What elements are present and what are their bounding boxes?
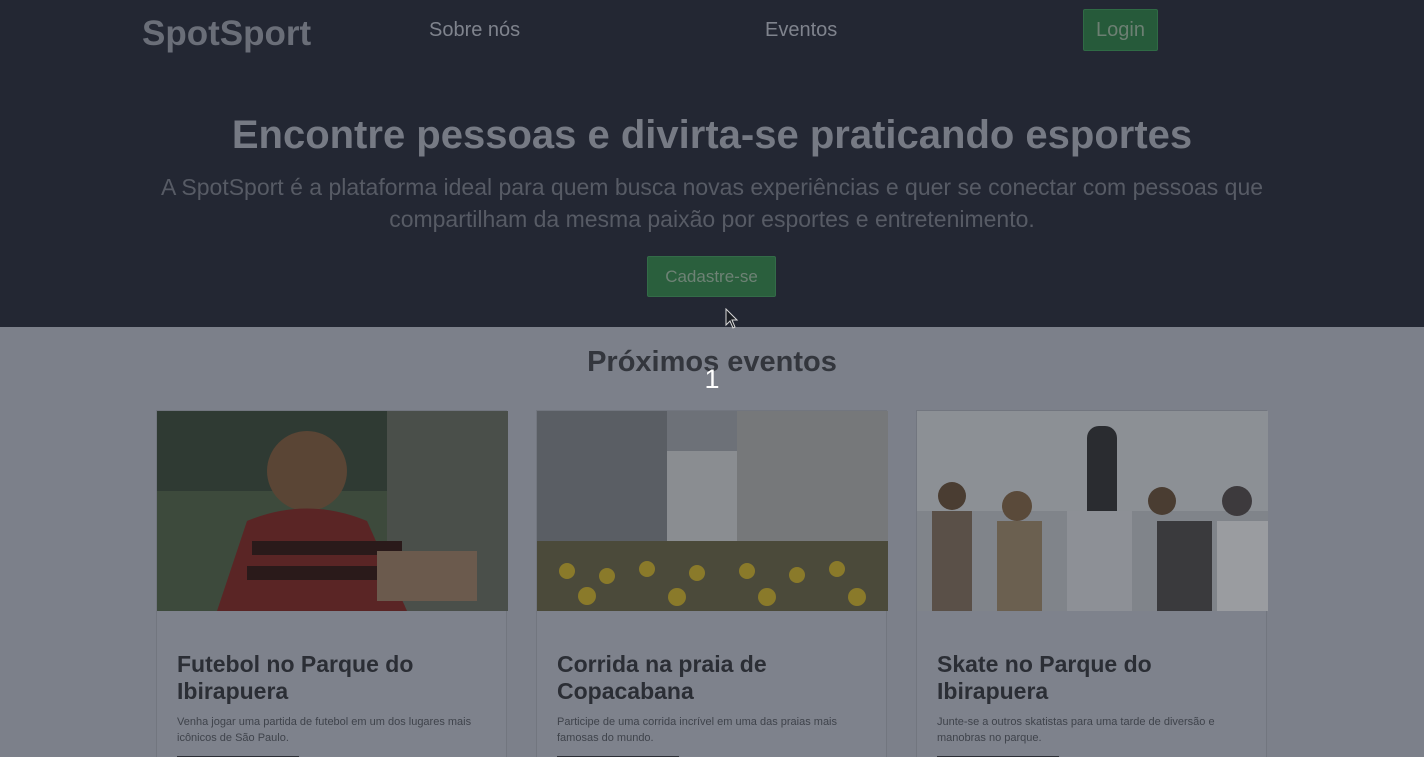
login-button[interactable]: Login bbox=[1083, 9, 1158, 51]
event-card-title: Corrida na praia de Copacabana bbox=[557, 651, 767, 704]
brand-logo[interactable]: SpotSport bbox=[142, 14, 311, 54]
step-number-overlay: 1 bbox=[704, 364, 720, 394]
event-image-running bbox=[537, 411, 888, 611]
event-card[interactable]: Corrida na praia de Copacabana Participe… bbox=[536, 410, 888, 757]
event-card-description: Venha jogar uma partida de futebol em um… bbox=[177, 716, 472, 744]
nav-link-about[interactable]: Sobre nós bbox=[429, 19, 520, 42]
event-card-description: Participe de uma corrida incrível em uma… bbox=[557, 716, 838, 744]
event-image-football bbox=[157, 411, 508, 611]
signup-button[interactable]: Cadastre-se bbox=[647, 256, 776, 297]
mouse-cursor-icon bbox=[725, 308, 739, 329]
event-card-title: Futebol no Parque do Ibirapuera bbox=[177, 651, 414, 704]
event-card[interactable]: Futebol no Parque do Ibirapuera Venha jo… bbox=[156, 410, 508, 757]
event-card-description: Junte-se a outros skatistas para uma tar… bbox=[937, 716, 1215, 744]
hero-title: Encontre pessoas e divirta-se praticando… bbox=[231, 113, 1193, 157]
nav-link-events[interactable]: Eventos bbox=[765, 19, 837, 42]
event-image-skate bbox=[917, 411, 1268, 611]
event-card-title: Skate no Parque do Ibirapuera bbox=[937, 651, 1152, 704]
hero-section: SpotSport Sobre nós Eventos Login Encont… bbox=[0, 0, 1424, 327]
hero-subtitle: A SpotSport é a plataforma ideal para qu… bbox=[160, 174, 1264, 232]
event-card[interactable]: Skate no Parque do Ibirapuera Junte-se a… bbox=[916, 410, 1268, 757]
